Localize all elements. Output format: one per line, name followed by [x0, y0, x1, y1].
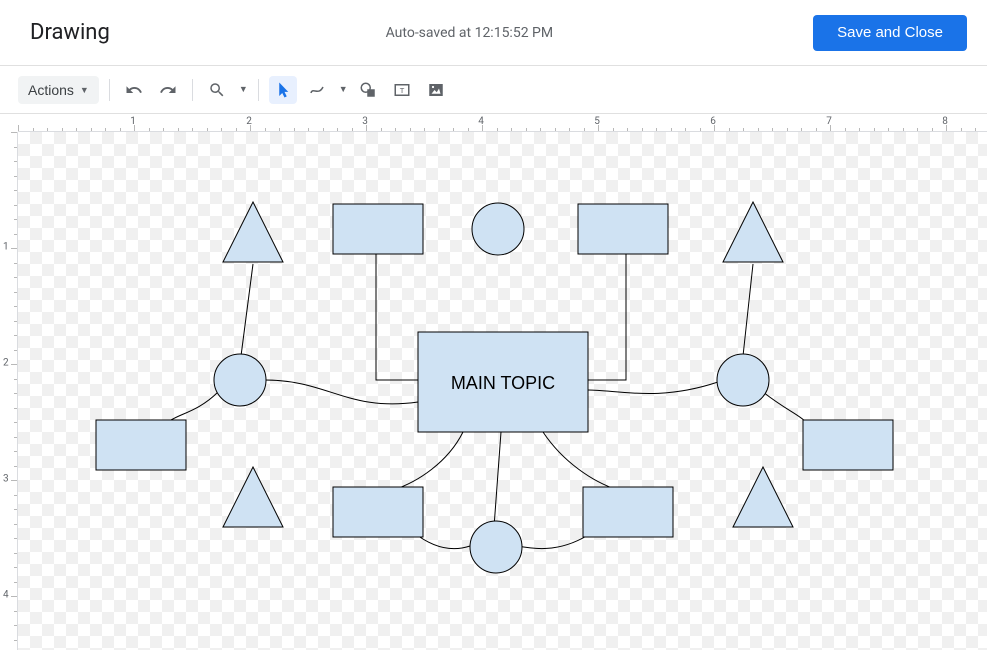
horizontal-ruler: 1 2 3 4 5 6 7 8	[18, 114, 987, 132]
line-tool-button[interactable]	[303, 76, 331, 104]
circle-shape[interactable]	[470, 521, 522, 573]
shape-tool-button[interactable]	[354, 76, 382, 104]
line-icon	[308, 81, 326, 99]
redo-button[interactable]	[154, 76, 182, 104]
toolbar: Actions ▼ ▼ ▼ T	[0, 66, 987, 114]
redo-icon	[159, 81, 177, 99]
save-and-close-button[interactable]: Save and Close	[813, 15, 967, 51]
undo-button[interactable]	[120, 76, 148, 104]
rect-shape[interactable]	[333, 487, 423, 537]
dialog-title: Drawing	[30, 20, 110, 45]
separator	[192, 79, 193, 101]
circle-shape[interactable]	[717, 354, 769, 406]
dialog-header: Drawing Auto-saved at 12:15:52 PM Save a…	[0, 0, 987, 66]
image-tool-button[interactable]	[422, 76, 450, 104]
triangle-shape[interactable]	[223, 202, 283, 262]
textbox-icon: T	[393, 81, 411, 99]
circle-shape[interactable]	[472, 203, 524, 255]
textbox-tool-button[interactable]: T	[388, 76, 416, 104]
image-icon	[427, 81, 445, 99]
autosave-status: Auto-saved at 12:15:52 PM	[386, 25, 553, 41]
actions-label: Actions	[28, 82, 74, 98]
rect-shape[interactable]	[96, 420, 186, 470]
ruler-mark: 1	[3, 242, 9, 253]
zoom-icon	[208, 81, 226, 99]
rect-shape[interactable]	[333, 204, 423, 254]
shape-icon	[359, 81, 377, 99]
triangle-shape[interactable]	[733, 467, 793, 527]
separator	[258, 79, 259, 101]
circle-shape[interactable]	[214, 354, 266, 406]
drawing-canvas[interactable]: MAIN TOPIC	[18, 132, 987, 650]
select-tool-button[interactable]	[269, 76, 297, 104]
separator	[109, 79, 110, 101]
rect-shape[interactable]	[578, 204, 668, 254]
ruler-mark: 4	[3, 590, 9, 601]
rect-shape[interactable]	[803, 420, 893, 470]
triangle-shape[interactable]	[723, 202, 783, 262]
rect-shape[interactable]	[583, 487, 673, 537]
zoom-button[interactable]	[203, 76, 231, 104]
ruler-mark: 3	[3, 474, 9, 485]
vertical-ruler: 1 2 3 4	[0, 132, 18, 650]
actions-menu-button[interactable]: Actions ▼	[18, 76, 99, 104]
ruler-mark: 2	[3, 358, 9, 369]
cursor-icon	[274, 81, 292, 99]
main-topic-label: MAIN TOPIC	[451, 373, 555, 393]
triangle-shape[interactable]	[223, 467, 283, 527]
undo-icon	[125, 81, 143, 99]
chevron-down-icon: ▼	[80, 85, 89, 95]
chevron-down-icon[interactable]: ▼	[239, 84, 248, 95]
diagram-svg: MAIN TOPIC	[18, 132, 987, 650]
svg-text:T: T	[399, 86, 404, 95]
chevron-down-icon[interactable]: ▼	[339, 84, 348, 95]
